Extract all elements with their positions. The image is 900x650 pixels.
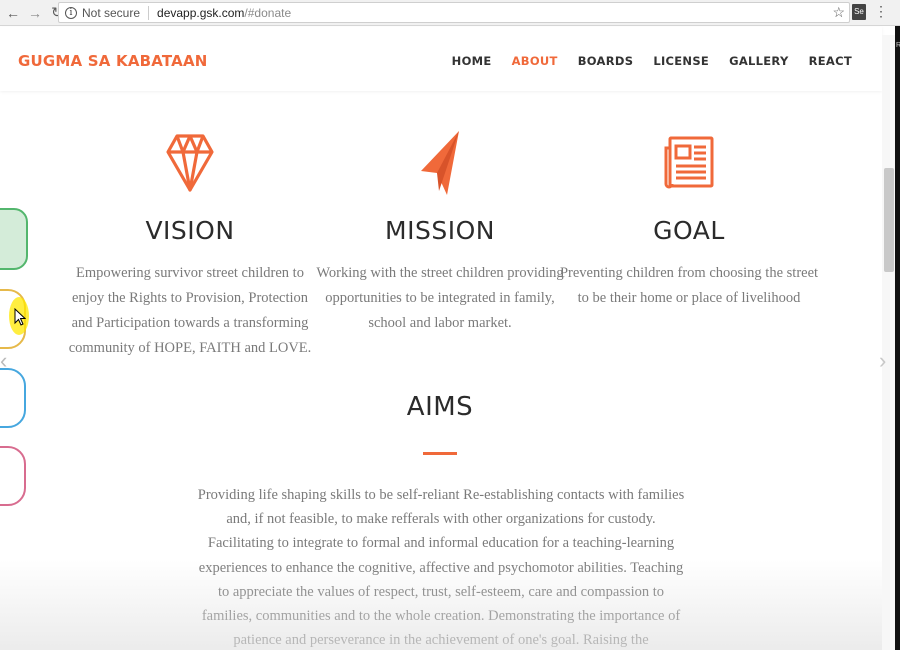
overlay-green-button[interactable] — [0, 208, 28, 270]
url-path: /#donate — [244, 5, 292, 20]
nav-license[interactable]: LICENSE — [653, 54, 709, 68]
nav-boards[interactable]: BOARDS — [578, 54, 634, 68]
site-brand[interactable]: GUGMA SA KABATAAN — [18, 52, 208, 70]
feature-title: MISSION — [385, 216, 495, 245]
back-icon[interactable]: ← — [4, 4, 22, 22]
window-edge-letter: R — [896, 42, 900, 49]
aims-title: AIMS — [406, 392, 474, 422]
overlay-pink-button[interactable] — [0, 446, 26, 506]
security-label: Not secure — [82, 5, 141, 20]
menu-kebab-icon[interactable]: ⋮ — [874, 3, 888, 20]
feature-text: Empowering survivor street children to e… — [68, 265, 312, 356]
page-scrollbar[interactable] — [882, 35, 895, 650]
bookmark-star-icon[interactable]: ☆ — [832, 4, 845, 21]
overlay-blue-button[interactable] — [0, 368, 26, 428]
nav-gallery[interactable]: GALLERY — [729, 54, 789, 68]
bottom-fade-overlay — [0, 560, 882, 650]
aims-divider — [423, 452, 457, 455]
nav-react[interactable]: REACT — [809, 54, 852, 68]
site-header: GUGMA SA KABATAAN HOME ABOUT BOARDS LICE… — [0, 27, 882, 91]
feature-goal: GOAL Preventing children from choosing t… — [559, 128, 819, 311]
browser-toolbar: ← → ↻ i Not secure devapp.gsk.com/#donat… — [0, 0, 900, 26]
extension-icon[interactable]: Se — [852, 4, 866, 20]
prev-arrow-icon[interactable]: ‹ — [0, 348, 7, 374]
scrollbar-thumb[interactable] — [884, 168, 894, 272]
forward-icon[interactable]: → — [26, 4, 44, 22]
nav-about[interactable]: ABOUT — [512, 54, 558, 68]
feature-title: VISION — [145, 216, 235, 245]
feature-vision: VISION Empowering survivor street childr… — [60, 128, 320, 361]
url-host: devapp.gsk.com — [157, 5, 245, 20]
paper-plane-icon — [310, 128, 570, 198]
address-separator — [148, 5, 150, 20]
diamond-icon — [60, 128, 320, 198]
feature-mission: MISSION Working with the street children… — [310, 128, 570, 336]
feature-text: Working with the street children providi… — [316, 265, 564, 331]
next-arrow-icon[interactable]: › — [879, 348, 886, 374]
mouse-cursor-icon — [14, 307, 27, 331]
address-bar[interactable]: i Not secure devapp.gsk.com/#donate ☆ — [58, 2, 850, 23]
feature-title: GOAL — [653, 216, 725, 245]
window-edge — [895, 26, 900, 650]
nav-home[interactable]: HOME — [452, 54, 492, 68]
info-icon[interactable]: i — [65, 6, 77, 19]
main-nav: HOME ABOUT BOARDS LICENSE GALLERY REACT — [452, 54, 852, 68]
newspaper-icon — [559, 128, 819, 198]
feature-text: Preventing children from choosing the st… — [559, 265, 819, 306]
